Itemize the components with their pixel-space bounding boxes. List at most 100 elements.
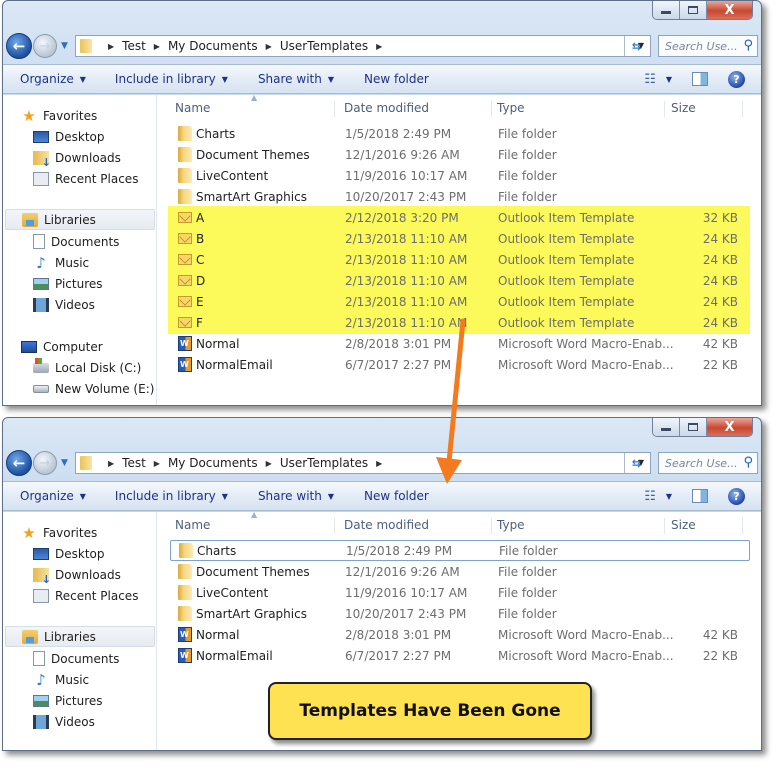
file-row[interactable]: W Normal 2/8/2018 3:01 PM Microsoft Word Ma… <box>170 333 750 354</box>
column-divider[interactable] <box>664 518 665 534</box>
breadcrumb-item[interactable]: Test <box>122 456 146 470</box>
file-row[interactable]: Document Themes 12/1/2016 9:26 AM File fol… <box>170 561 750 582</box>
breadcrumb-item[interactable]: UserTemplates <box>280 39 368 53</box>
recent-pages-dropdown[interactable]: ▼ <box>61 41 68 51</box>
nav-desktop[interactable]: Desktop <box>33 126 105 147</box>
file-row[interactable]: D 2/13/2018 11:10 AM Outlook Item Template… <box>170 270 750 291</box>
include-in-library-button[interactable]: Include in library ▼ <box>115 72 228 86</box>
close-button[interactable]: X <box>707 418 752 436</box>
search-input[interactable]: Search Use... ⚲ <box>658 452 758 474</box>
breadcrumb-item[interactable]: Test <box>122 39 146 53</box>
breadcrumb-arrow-icon[interactable]: ▶ <box>154 42 160 51</box>
new-folder-button[interactable]: New folder <box>364 72 429 86</box>
view-options-dropdown[interactable]: ▼ <box>666 492 672 501</box>
column-date-modified[interactable]: Date modified <box>344 518 429 532</box>
file-row[interactable]: W NormalEmail 6/7/2017 2:27 PM Microsoft Wo… <box>170 645 750 666</box>
view-options-dropdown[interactable]: ▼ <box>666 75 672 84</box>
column-divider[interactable] <box>742 518 743 534</box>
nav-desktop[interactable]: Desktop <box>33 543 105 564</box>
minimize-button[interactable] <box>653 1 680 19</box>
nav-documents[interactable]: Documents <box>33 648 119 669</box>
breadcrumb-arrow-icon[interactable]: ▶ <box>266 459 272 468</box>
file-row[interactable]: SmartArt Graphics 10/20/2017 2:43 PM File … <box>170 603 750 624</box>
nav-libraries[interactable]: Libraries <box>5 626 155 647</box>
column-name[interactable]: Name <box>175 518 210 532</box>
breadcrumb-arrow-icon[interactable]: ▶ <box>154 459 160 468</box>
column-size[interactable]: Size <box>671 101 696 115</box>
maximize-button[interactable] <box>680 1 707 19</box>
breadcrumb-arrow-icon[interactable]: ▶ <box>108 42 114 51</box>
column-date-modified[interactable]: Date modified <box>344 101 429 115</box>
help-icon[interactable]: ? <box>728 70 745 88</box>
column-divider[interactable] <box>334 518 335 534</box>
nav-favorites[interactable]: ★ Favorites <box>21 105 97 126</box>
file-row[interactable]: Document Themes 12/1/2016 9:26 AM File fol… <box>170 144 750 165</box>
help-icon[interactable]: ? <box>728 487 745 505</box>
back-button[interactable]: ← <box>6 450 32 476</box>
breadcrumb[interactable]: ▶ Test ▶ My Documents ▶ UserTemplates ▶ … <box>75 452 651 474</box>
preview-pane-icon[interactable] <box>692 72 708 86</box>
file-row[interactable]: B 2/13/2018 11:10 AM Outlook Item Template… <box>170 228 750 249</box>
column-size[interactable]: Size <box>671 518 696 532</box>
column-divider[interactable] <box>664 101 665 117</box>
file-row[interactable]: SmartArt Graphics 10/20/2017 2:43 PM File … <box>170 186 750 207</box>
nav-documents[interactable]: Documents <box>33 231 119 252</box>
column-divider[interactable] <box>491 101 492 117</box>
breadcrumb-arrow-icon[interactable]: ▶ <box>266 42 272 51</box>
file-row[interactable]: C 2/13/2018 11:10 AM Outlook Item Template… <box>170 249 750 270</box>
column-name[interactable]: Name <box>175 101 210 115</box>
file-row[interactable]: A 2/12/2018 3:20 PM Outlook Item Template 3… <box>170 207 750 228</box>
nav-videos[interactable]: Videos <box>33 294 95 315</box>
nav-computer[interactable]: Computer <box>21 336 103 357</box>
breadcrumb-item[interactable]: My Documents <box>168 39 258 53</box>
nav-new-volume[interactable]: New Volume (E:) <box>33 378 154 399</box>
nav-pictures[interactable]: Pictures <box>33 273 103 294</box>
refresh-button[interactable]: ⇆ <box>624 453 648 473</box>
nav-downloads[interactable]: Downloads <box>33 564 121 586</box>
breadcrumb[interactable]: ▶ Test ▶ My Documents ▶ UserTemplates ▶ … <box>75 35 651 57</box>
back-button[interactable]: ← <box>6 33 32 59</box>
column-divider[interactable] <box>334 101 335 117</box>
column-divider[interactable] <box>742 101 743 117</box>
nav-downloads[interactable]: Downloads <box>33 147 121 169</box>
search-icon[interactable]: ⚲ <box>743 455 753 470</box>
forward-button[interactable]: → <box>33 34 57 58</box>
minimize-button[interactable] <box>653 418 680 436</box>
maximize-button[interactable] <box>680 418 707 436</box>
column-divider[interactable] <box>491 518 492 534</box>
change-view-icon[interactable]: ☷ <box>644 72 656 87</box>
include-in-library-button[interactable]: Include in library ▼ <box>115 489 228 503</box>
column-type[interactable]: Type <box>497 101 525 115</box>
search-input[interactable]: Search Use... ⚲ <box>658 35 758 57</box>
file-row[interactable]: LiveContent 11/9/2016 10:17 AM File folder <box>170 165 750 186</box>
nav-music[interactable]: ♪ Music <box>33 669 89 690</box>
file-row[interactable]: LiveContent 11/9/2016 10:17 AM File folder <box>170 582 750 603</box>
nav-videos[interactable]: Videos <box>33 711 95 732</box>
forward-button[interactable]: → <box>33 451 57 475</box>
file-row[interactable]: F 2/13/2018 11:10 AM Outlook Item Template… <box>170 312 750 333</box>
change-view-icon[interactable]: ☷ <box>644 489 656 504</box>
preview-pane-icon[interactable] <box>692 489 708 503</box>
file-row[interactable]: W NormalEmail 6/7/2017 2:27 PM Microsoft Wo… <box>170 354 750 375</box>
organize-button[interactable]: Organize ▼ <box>20 489 86 503</box>
nav-libraries[interactable]: Libraries <box>5 209 155 230</box>
nav-local-disk[interactable]: Local Disk (C:) <box>33 357 141 378</box>
refresh-button[interactable]: ⇆ <box>624 36 648 56</box>
search-icon[interactable]: ⚲ <box>743 38 753 53</box>
breadcrumb-item[interactable]: UserTemplates <box>280 456 368 470</box>
breadcrumb-arrow-icon[interactable]: ▶ <box>108 459 114 468</box>
file-row[interactable]: E 2/13/2018 11:10 AM Outlook Item Template… <box>170 291 750 312</box>
nav-music[interactable]: ♪ Music <box>33 252 89 273</box>
column-type[interactable]: Type <box>497 518 525 532</box>
file-row[interactable]: Charts 1/5/2018 2:49 PM File folder <box>170 540 750 561</box>
breadcrumb-item[interactable]: My Documents <box>168 456 258 470</box>
breadcrumb-arrow-icon[interactable]: ▶ <box>376 459 382 468</box>
organize-button[interactable]: Organize ▼ <box>20 72 86 86</box>
nav-pictures[interactable]: Pictures <box>33 690 103 711</box>
file-row[interactable]: Charts 1/5/2018 2:49 PM File folder <box>170 123 750 144</box>
breadcrumb-arrow-icon[interactable]: ▶ <box>376 42 382 51</box>
close-button[interactable]: X <box>707 1 752 19</box>
nav-recent-places[interactable]: Recent Places <box>33 168 138 189</box>
nav-recent-places[interactable]: Recent Places <box>33 585 138 606</box>
new-folder-button[interactable]: New folder <box>364 489 429 503</box>
